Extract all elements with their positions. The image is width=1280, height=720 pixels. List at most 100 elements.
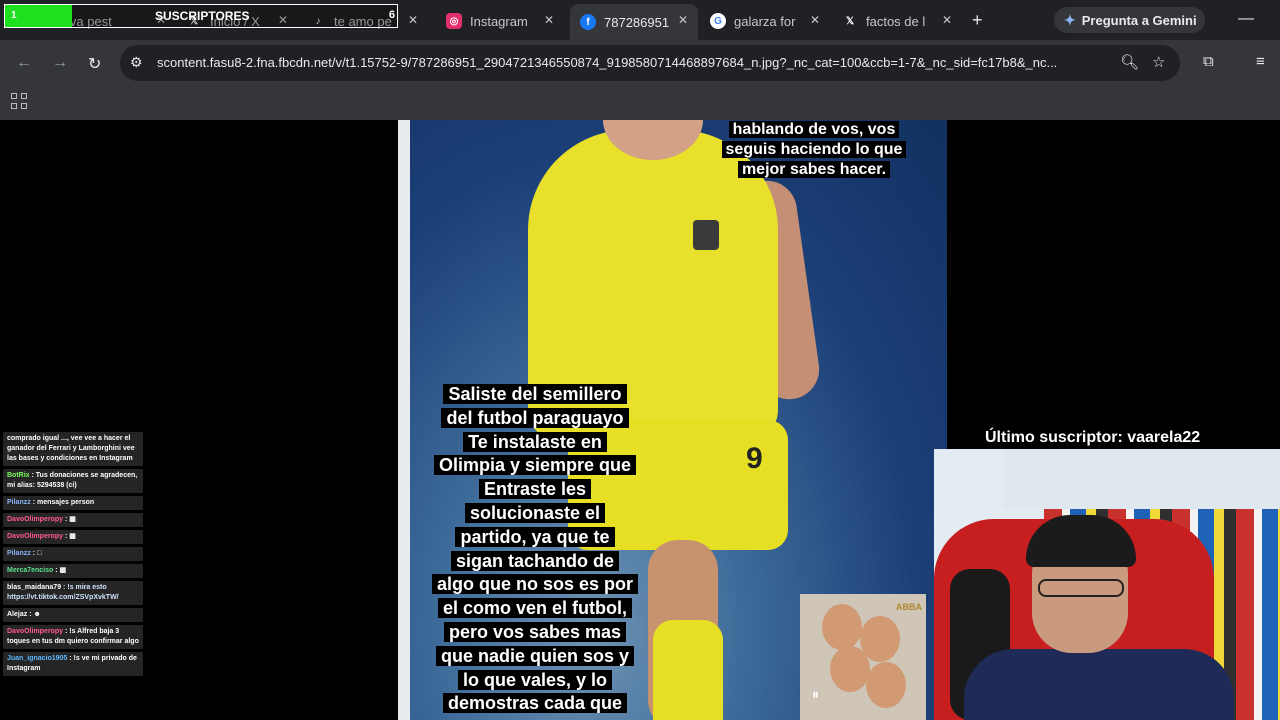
forward-arrow-icon[interactable]: → bbox=[52, 54, 68, 72]
tab-instagram[interactable]: ◎ Instagram ✕ bbox=[436, 6, 564, 36]
chat-message: Merca7enciso : ▦ bbox=[3, 564, 143, 578]
reload-icon[interactable]: ↻ bbox=[88, 54, 101, 74]
caption-main: Saliste del semillero del futbol paragua… bbox=[412, 383, 658, 716]
chat-username: Merca7enciso bbox=[7, 567, 54, 574]
chat-username: DavoOlimperopy bbox=[7, 516, 64, 523]
webcam-streamer-shirt bbox=[964, 649, 1234, 720]
gemini-button[interactable]: ✦ Pregunta a Gemini bbox=[1054, 7, 1205, 33]
caption-line: pero vos sabes mas bbox=[443, 621, 627, 642]
chat-username: BotRix bbox=[7, 472, 30, 479]
chat-text: : ☻ bbox=[29, 611, 41, 618]
bookmark-star-icon[interactable]: ☆ bbox=[1152, 53, 1165, 71]
zoom-icon[interactable]: 🔍︎ bbox=[1120, 53, 1139, 71]
caption-line: Olimpia y siempre que bbox=[433, 455, 637, 476]
instagram-icon: ◎ bbox=[446, 13, 462, 29]
new-tab-button[interactable]: + bbox=[972, 10, 983, 31]
chat-message: DavoOlimperopy : !s Alfred baja 3 toques… bbox=[3, 625, 143, 649]
tab-strip: Nueva pest ✕ 𝕏 Inicio / X ✕ ♪ te amo pe … bbox=[0, 0, 1280, 40]
player-sock bbox=[653, 620, 723, 720]
chat-text: : ▦ bbox=[64, 516, 76, 523]
tab-label: factos de l bbox=[866, 13, 926, 29]
chat-message: comprado igual ..., vee vee a hacer el g… bbox=[3, 432, 143, 466]
chat-text: : ▦ bbox=[55, 567, 67, 574]
gemini-label: Pregunta a Gemini bbox=[1081, 12, 1197, 28]
caption-line: del futbol paraguayo bbox=[441, 407, 629, 428]
chat-message: Pilanzz : mensajes person bbox=[3, 496, 143, 510]
caption-line: Saliste del semillero bbox=[443, 384, 627, 404]
chat-username: Pilanzz bbox=[7, 550, 31, 557]
webcam-streamer-glasses bbox=[1038, 579, 1124, 597]
chat-message: blas_maidana79 : !s mira esto https://vt… bbox=[3, 581, 143, 605]
extensions-icon[interactable]: ⧉ bbox=[1203, 53, 1214, 70]
chat-message: Alejaz : ☻ bbox=[3, 608, 143, 622]
caption-top: hablando de vos, vos seguis haciendo lo … bbox=[709, 120, 919, 180]
caption-line: algo que no sos es por bbox=[431, 574, 639, 595]
chat-username: blas_maidana79 bbox=[7, 584, 62, 591]
apps-grid-icon[interactable] bbox=[11, 93, 27, 109]
bookmarks-bar bbox=[0, 86, 1280, 120]
subscriber-goal-title: SUSCRIPTORES bbox=[155, 9, 250, 23]
tab-label: 787286951 bbox=[604, 14, 670, 30]
caption-line: que nadie quien sos y bbox=[435, 645, 635, 666]
caption-line: seguis haciendo lo que bbox=[721, 141, 907, 158]
chat-username: Pilanzz bbox=[7, 499, 31, 506]
subscriber-goal-progress: 1 bbox=[5, 5, 72, 27]
site-settings-icon[interactable]: ⚙ bbox=[130, 54, 143, 71]
tab-google-search[interactable]: G galarza for ✕ bbox=[700, 6, 830, 36]
facebook-icon: f bbox=[580, 14, 596, 30]
tab-factos[interactable]: 𝕏 factos de l ✕ bbox=[832, 6, 962, 36]
shorts-number: 9 bbox=[746, 442, 763, 475]
club-crest bbox=[693, 220, 719, 250]
tab-facebook-image[interactable]: f 787286951 ✕ bbox=[570, 4, 698, 40]
close-icon[interactable]: ✕ bbox=[810, 13, 820, 27]
reading-list-icon[interactable]: ≡ bbox=[1256, 53, 1265, 70]
minimize-window-button[interactable]: — bbox=[1238, 10, 1254, 28]
caption-line: sigan tachando de bbox=[450, 550, 620, 571]
address-bar[interactable]: ⚙ scontent.fasu8-2.fna.fbcdn.net/v/t1.15… bbox=[120, 45, 1180, 81]
album-brand: ABBA bbox=[896, 602, 922, 612]
chat-message: Juan_ignacio1905 : !s ve mi privado de I… bbox=[3, 652, 143, 676]
subscriber-goal-widget: 1 SUSCRIPTORES 6 bbox=[4, 4, 398, 28]
tab-label: galarza for bbox=[734, 13, 796, 29]
browser-toolbar: ← → ↻ ⚙ scontent.fasu8-2.fna.fbcdn.net/v… bbox=[0, 40, 1280, 86]
caption-line: el como ven el futbol, bbox=[437, 598, 633, 619]
chat-message: BotRix : Tus donaciones se agradecen, mi… bbox=[3, 469, 143, 493]
caption-line: demostras cada que bbox=[442, 693, 628, 714]
gemini-sparkle-icon: ✦ bbox=[1064, 11, 1076, 28]
subscriber-goal-target: 6 bbox=[388, 9, 395, 21]
webcam-shelf bbox=[1004, 449, 1280, 509]
album-face bbox=[822, 604, 862, 650]
album-face bbox=[830, 646, 870, 692]
chat-username: Juan_ignacio1905 bbox=[7, 655, 68, 662]
pause-icon: ⏸ bbox=[812, 686, 819, 702]
chat-text: : mensajes person bbox=[32, 499, 95, 506]
url-text[interactable]: scontent.fasu8-2.fna.fbcdn.net/v/t1.1575… bbox=[157, 55, 1109, 70]
chat-text: : ▦ bbox=[64, 533, 76, 540]
chat-text: : □ bbox=[32, 550, 42, 557]
x-icon: 𝕏 bbox=[845, 15, 855, 27]
caption-line: Entraste les bbox=[478, 479, 592, 500]
caption-line: mejor sabes hacer. bbox=[737, 161, 891, 178]
chat-message: DavoOlimperopy : ▦ bbox=[3, 513, 143, 527]
stream-chat: comprado igual ..., vee vee a hacer el g… bbox=[3, 432, 143, 679]
back-arrow-icon[interactable]: ← bbox=[16, 54, 32, 72]
close-icon[interactable]: ✕ bbox=[942, 13, 952, 27]
chat-username: DavoOlimperopy bbox=[7, 628, 64, 635]
webcam-feed bbox=[934, 449, 1280, 720]
last-subscriber-label: Último suscriptor: vaarela22 bbox=[985, 429, 1201, 446]
tab-label: Instagram bbox=[470, 13, 528, 29]
caption-line: Te instalaste en bbox=[463, 431, 607, 452]
chat-username: Alejaz bbox=[7, 611, 28, 618]
chat-message: Pilanzz : □ bbox=[3, 547, 143, 561]
chat-username: DavoOlimperopy bbox=[7, 533, 64, 540]
photo-border bbox=[398, 120, 410, 720]
caption-line: solucionaste el bbox=[464, 502, 606, 523]
caption-line: partido, ya que te bbox=[455, 526, 615, 547]
caption-line: hablando de vos, vos bbox=[728, 121, 900, 138]
close-icon[interactable]: ✕ bbox=[544, 13, 554, 27]
google-icon: G bbox=[710, 13, 726, 29]
chat-message: DavoOlimperopy : ▦ bbox=[3, 530, 143, 544]
close-icon[interactable]: ✕ bbox=[678, 13, 688, 27]
album-face bbox=[866, 662, 906, 708]
close-icon[interactable]: ✕ bbox=[408, 13, 418, 27]
